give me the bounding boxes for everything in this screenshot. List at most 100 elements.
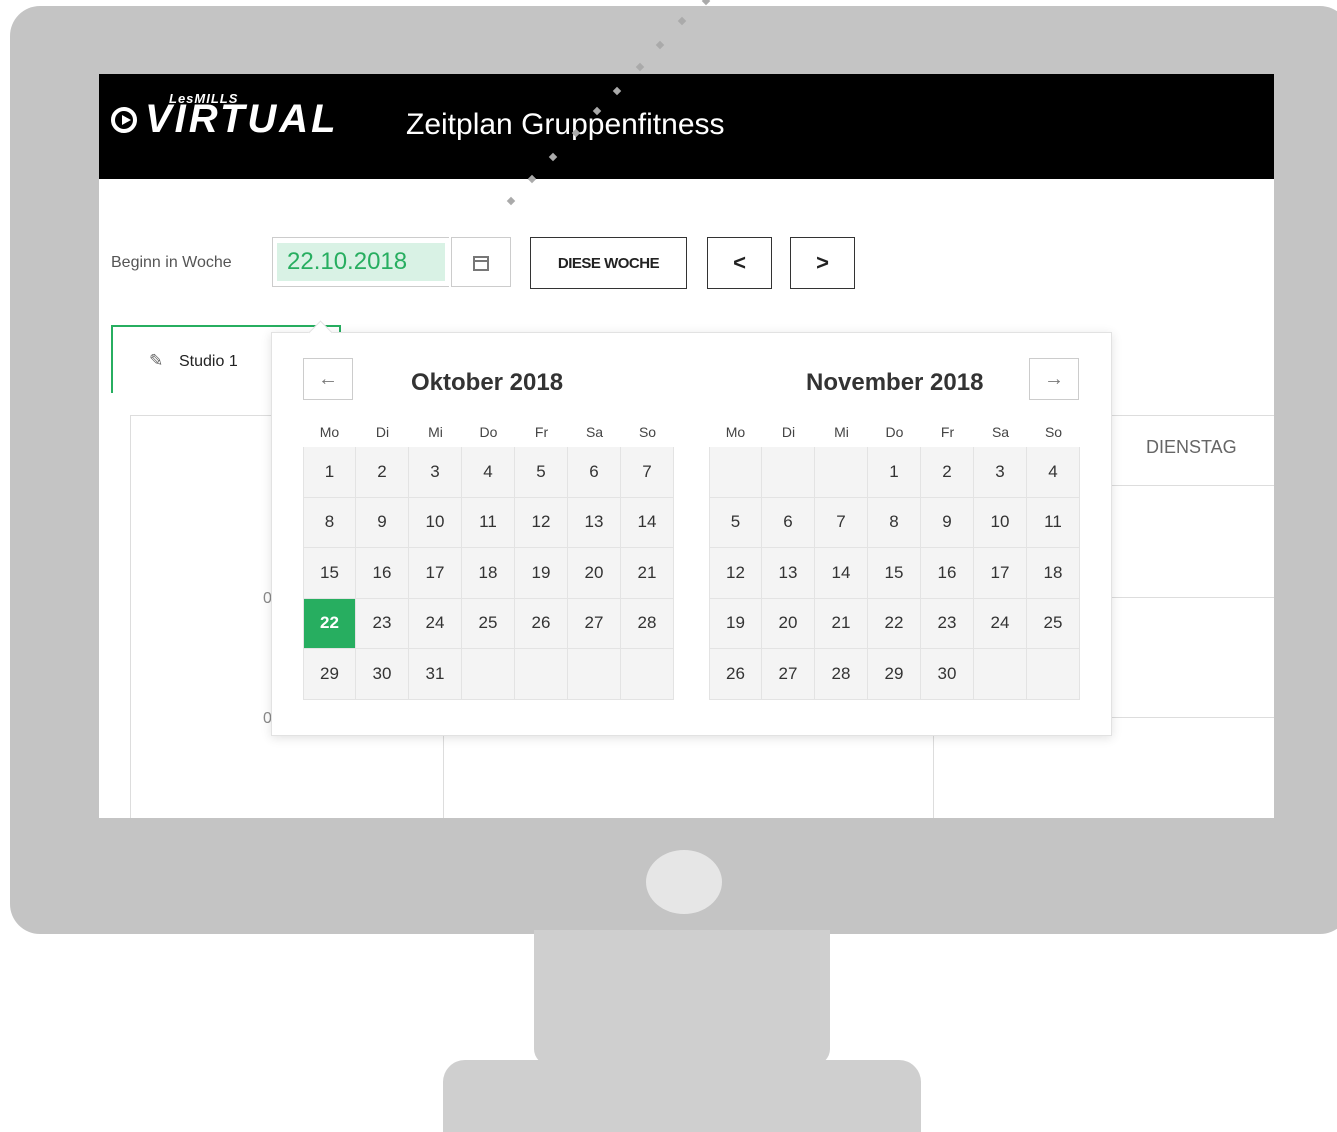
- day-cell[interactable]: 30: [356, 649, 409, 700]
- day-cell[interactable]: 13: [568, 497, 621, 548]
- weekday-label: Fr: [534, 424, 549, 440]
- weekday-label: Fr: [940, 424, 955, 440]
- column-header-dienstag: DIENSTAG: [1146, 437, 1237, 457]
- day-cell[interactable]: 19: [709, 598, 762, 649]
- weekday-label: Do: [885, 424, 904, 440]
- month-calendar-right: Mo Di Mi Do Fr Sa So 1 2 3 4 5 6 7 8 9 10 11 12 13 14 15 16 17…: [709, 424, 1081, 700]
- day-cell[interactable]: 7: [621, 447, 674, 498]
- day-cell[interactable]: 16: [356, 548, 409, 599]
- day-cell[interactable]: 30: [921, 649, 974, 700]
- day-cell[interactable]: 5: [515, 447, 568, 498]
- day-cell[interactable]: 13: [762, 548, 815, 599]
- day-cell[interactable]: 5: [709, 497, 762, 548]
- pencil-icon: ✎: [149, 351, 164, 370]
- day-cell[interactable]: 1: [868, 447, 921, 498]
- this-week-button[interactable]: DIESE WOCHE: [530, 237, 687, 289]
- week-date-field[interactable]: 22.10.2018: [272, 237, 449, 287]
- day-cell[interactable]: 6: [762, 497, 815, 548]
- day-cell[interactable]: 22: [303, 598, 356, 649]
- weekday-label: Sa: [991, 424, 1010, 440]
- weekday-label: So: [1044, 424, 1063, 440]
- day-cell[interactable]: 12: [515, 497, 568, 548]
- day-cell[interactable]: 29: [303, 649, 356, 700]
- decorative-dot: [701, 0, 711, 6]
- weekday-label: Mo: [725, 424, 746, 440]
- day-cell[interactable]: 4: [1027, 447, 1080, 498]
- day-cell-empty: [462, 649, 515, 700]
- day-cell[interactable]: 20: [568, 548, 621, 599]
- day-cell[interactable]: 28: [815, 649, 868, 700]
- day-cell[interactable]: 4: [462, 447, 515, 498]
- day-cell[interactable]: 3: [974, 447, 1027, 498]
- previous-week-button[interactable]: <: [707, 237, 772, 289]
- weekday-header: Mo Di Mi Do Fr Sa So: [303, 424, 675, 448]
- calendar-button[interactable]: [451, 237, 511, 287]
- day-cell[interactable]: 11: [462, 497, 515, 548]
- day-cell[interactable]: 2: [356, 447, 409, 498]
- day-cell[interactable]: 29: [868, 649, 921, 700]
- day-cell[interactable]: 2: [921, 447, 974, 498]
- week-date-value[interactable]: 22.10.2018: [277, 243, 445, 281]
- monitor-stand-neck: [534, 930, 830, 1065]
- day-cell[interactable]: 11: [1027, 497, 1080, 548]
- day-cell[interactable]: 25: [462, 598, 515, 649]
- logo-virtual-text: VIRTUAL: [145, 97, 339, 141]
- day-cell[interactable]: 1: [303, 447, 356, 498]
- day-cell[interactable]: 18: [1027, 548, 1080, 599]
- day-cell-empty: [974, 649, 1027, 700]
- day-cell[interactable]: 28: [621, 598, 674, 649]
- day-cell[interactable]: 12: [709, 548, 762, 599]
- day-cell[interactable]: 21: [621, 548, 674, 599]
- next-week-button[interactable]: >: [790, 237, 855, 289]
- day-cell[interactable]: 20: [762, 598, 815, 649]
- day-cell[interactable]: 16: [921, 548, 974, 599]
- day-cell[interactable]: 8: [868, 497, 921, 548]
- month-title-right: November 2018: [806, 369, 984, 396]
- weekday-header: Mo Di Mi Do Fr Sa So: [709, 424, 1081, 448]
- datepicker-popup: ← → Oktober 2018 November 2018 Mo Di Mi Do F…: [271, 320, 1112, 736]
- day-cell[interactable]: 17: [974, 548, 1027, 599]
- day-cell[interactable]: 31: [409, 649, 462, 700]
- day-cell[interactable]: 21: [815, 598, 868, 649]
- day-cell[interactable]: 10: [974, 497, 1027, 548]
- day-cell[interactable]: 7: [815, 497, 868, 548]
- day-cell[interactable]: 24: [974, 598, 1027, 649]
- day-cell[interactable]: 8: [303, 497, 356, 548]
- day-cell-empty: [515, 649, 568, 700]
- day-cell[interactable]: 26: [515, 598, 568, 649]
- day-cell[interactable]: 27: [762, 649, 815, 700]
- month-title-left: Oktober 2018: [411, 369, 564, 396]
- weekday-label: So: [638, 424, 657, 440]
- weekday-label: Di: [375, 424, 390, 440]
- day-cell[interactable]: 26: [709, 649, 762, 700]
- day-cell[interactable]: 9: [356, 497, 409, 548]
- day-cell[interactable]: 23: [356, 598, 409, 649]
- day-cell[interactable]: 25: [1027, 598, 1080, 649]
- day-cell[interactable]: 27: [568, 598, 621, 649]
- page-title: Zeitplan Gruppenfitness: [406, 108, 725, 141]
- calendar-icon: [473, 256, 489, 271]
- day-cell[interactable]: 10: [409, 497, 462, 548]
- day-cell[interactable]: 14: [815, 548, 868, 599]
- day-cell[interactable]: 15: [303, 548, 356, 599]
- weekday-label: Do: [479, 424, 498, 440]
- day-cell[interactable]: 3: [409, 447, 462, 498]
- day-cell[interactable]: 22: [868, 598, 921, 649]
- day-cell[interactable]: 19: [515, 548, 568, 599]
- previous-month-button[interactable]: ←: [303, 358, 353, 400]
- day-cell[interactable]: 24: [409, 598, 462, 649]
- day-cell[interactable]: 23: [921, 598, 974, 649]
- day-cell-empty: [1027, 649, 1080, 700]
- day-cell[interactable]: 9: [921, 497, 974, 548]
- next-month-button[interactable]: →: [1029, 358, 1079, 400]
- day-grid: 1 2 3 4 5 6 7 8 9 10 11 12 13 14 15 16 17 18 19 20 21 22 23 24 2…: [709, 447, 1081, 700]
- tab-label: Studio 1: [179, 353, 238, 370]
- day-cell[interactable]: 17: [409, 548, 462, 599]
- monitor-camera-dot: [646, 850, 722, 914]
- weekday-label: Mi: [428, 424, 443, 440]
- day-cell[interactable]: 6: [568, 447, 621, 498]
- play-circle-icon: [111, 107, 137, 133]
- day-cell[interactable]: 14: [621, 497, 674, 548]
- day-cell[interactable]: 15: [868, 548, 921, 599]
- day-cell[interactable]: 18: [462, 548, 515, 599]
